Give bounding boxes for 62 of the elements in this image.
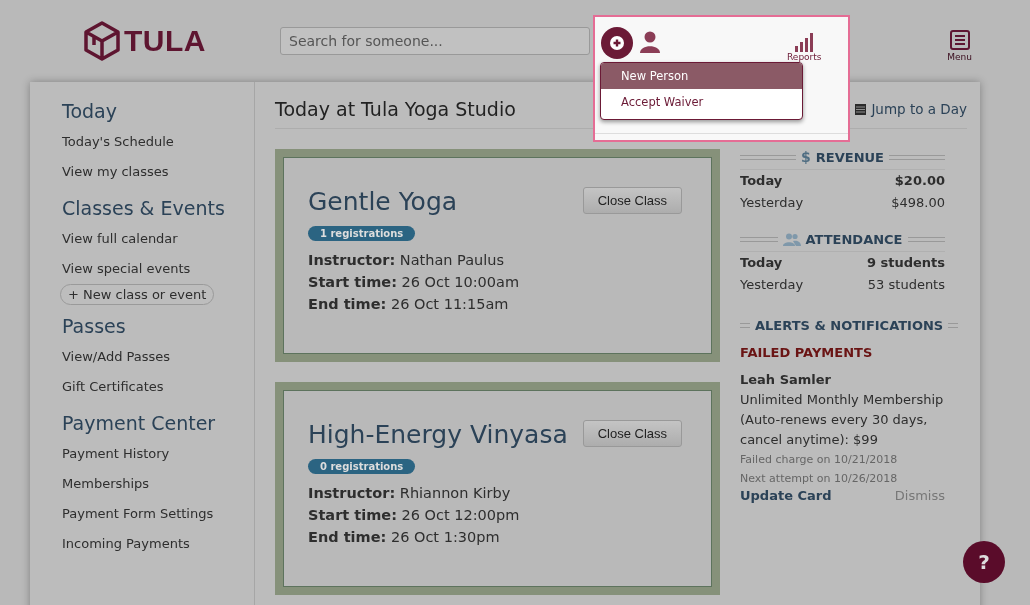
class-detail: End time: 26 Oct 1:30pm (308, 528, 501, 547)
row-value: 9 students (866, 254, 945, 272)
close-class-button[interactable]: Close Class (582, 187, 682, 214)
reports-button[interactable]: Reports (787, 32, 822, 62)
class-detail: Instructor: Rhiannon Kirby (308, 484, 512, 503)
sidebar-link[interactable]: View my classes (62, 157, 169, 187)
sidebar-link[interactable]: Incoming Payments (62, 529, 190, 559)
failed-payments-heading: FAILED PAYMENTS (740, 345, 874, 360)
calendar-icon (855, 103, 867, 115)
row-value: 53 students (867, 276, 945, 294)
section-heading: Passes (62, 315, 126, 337)
row-value: $498.00 (891, 194, 945, 212)
row-label: Today (740, 172, 783, 190)
alerts-heading: ALERTS & NOTIFICATIONS (755, 318, 944, 333)
jump-to-day-link[interactable]: Jump to a Day (855, 101, 967, 117)
row-value: $20.00 (894, 172, 945, 190)
sidebar-link[interactable]: Payment Form Settings (62, 499, 214, 529)
menu-item[interactable]: New Person (601, 63, 802, 89)
update-card-link[interactable]: Update Card (740, 488, 832, 503)
member-name: Leah Samler (740, 371, 833, 389)
section-heading: Classes & Events (62, 197, 225, 219)
row-label: Yesterday (740, 194, 804, 212)
plus-icon (610, 36, 624, 50)
class-detail: Instructor: Nathan Paulus (308, 251, 506, 270)
people-icon (782, 233, 801, 246)
help-button[interactable]: ? (963, 541, 1005, 583)
section-heading: Today (62, 100, 117, 122)
sidebar-link[interactable]: Today's Schedule (62, 127, 174, 157)
sidebar-link[interactable]: Memberships (62, 469, 150, 499)
page-title: Today at Tula Yoga Studio (275, 98, 516, 120)
class-name: High-Energy Vinyasa (308, 420, 568, 449)
cube-logo-icon (84, 21, 120, 61)
class-detail: Start time: 26 Oct 10:00am (308, 273, 521, 292)
attendance-heading: ATTENDANCE (805, 232, 903, 247)
class-name: Gentle Yoga (308, 187, 458, 216)
revenue-heading: REVENUE (815, 149, 884, 165)
menu-button[interactable]: Menu (947, 30, 972, 62)
new-class-button[interactable]: + New class or event (60, 284, 215, 305)
sidebar-link[interactable]: View full calendar (62, 224, 178, 254)
sidebar-link[interactable]: View/Add Passes (62, 342, 171, 372)
sidebar-link[interactable]: Gift Certificates (62, 372, 164, 402)
menu-item[interactable]: Accept Waiver (601, 89, 802, 115)
logo-text: TULA (124, 24, 206, 58)
person-icon[interactable] (639, 31, 661, 53)
row-label: Yesterday (740, 276, 804, 294)
bar-chart-icon (794, 32, 815, 52)
add-button[interactable] (601, 27, 633, 59)
class-detail: End time: 26 Oct 11:15am (308, 295, 510, 314)
close-class-button[interactable]: Close Class (582, 420, 682, 447)
payment-note: Next attempt on 10/26/2018 (740, 471, 899, 487)
menu-icon (949, 30, 970, 50)
registrations-badge: 0 registrations (308, 459, 416, 474)
class-detail: Start time: 26 Oct 12:00pm (308, 506, 521, 525)
registrations-badge: 1 registrations (308, 226, 416, 241)
row-label: Today (740, 254, 783, 272)
dollar-icon: $ (801, 149, 811, 165)
sidebar-link[interactable]: View special events (62, 254, 191, 284)
section-heading: Payment Center (62, 412, 216, 434)
search-field[interactable]: Search for someone... (280, 27, 590, 55)
membership-description: Unlimited Monthly Membership (Auto-renews every 30 days, cancel anytime): $99 (740, 391, 945, 449)
payment-note: Failed charge on 10/21/2018 (740, 452, 899, 468)
sidebar-link[interactable]: Payment History (62, 439, 170, 469)
